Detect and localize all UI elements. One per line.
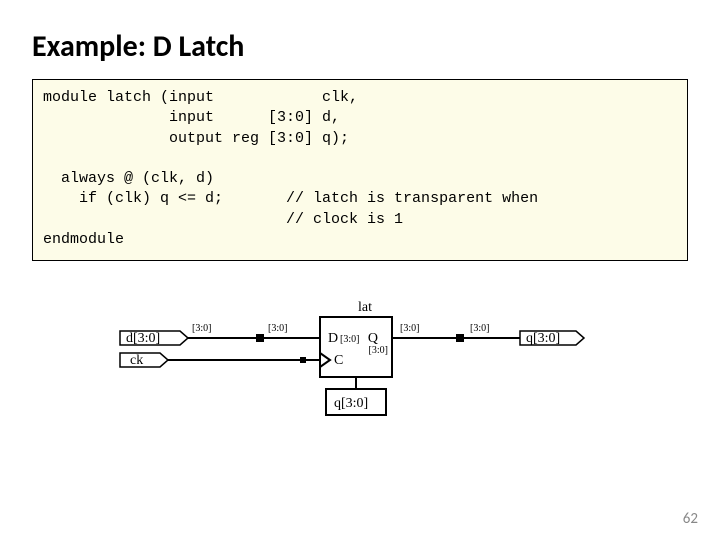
- port-d: D: [328, 331, 338, 346]
- slide-title: Example: D Latch: [32, 28, 688, 65]
- wire-q-bus-right: [3:0]: [470, 323, 489, 334]
- schematic-diagram: .lab { font: 14px "Times New Roman", ser…: [32, 291, 688, 431]
- port-c: C: [334, 353, 343, 368]
- port-q-bus: [3:0]: [369, 345, 388, 356]
- page-number: 62: [683, 510, 698, 528]
- code-listing: module latch (input clk, input [3:0] d, …: [32, 79, 688, 261]
- pin-d-label: d[3:0]: [126, 331, 160, 346]
- bus-bottom-label: q[3:0]: [334, 396, 368, 411]
- port-q: Q: [368, 331, 378, 346]
- port-d-bus: [3:0]: [340, 334, 359, 345]
- wire-d-bus-right: [3:0]: [268, 323, 287, 334]
- wire-q-bus-left: [3:0]: [400, 323, 419, 334]
- pin-q-label: q[3:0]: [526, 331, 560, 346]
- wire-d-bus-left: [3:0]: [192, 323, 211, 334]
- pin-ck-label: ck: [130, 353, 143, 368]
- block-title: lat: [358, 300, 372, 315]
